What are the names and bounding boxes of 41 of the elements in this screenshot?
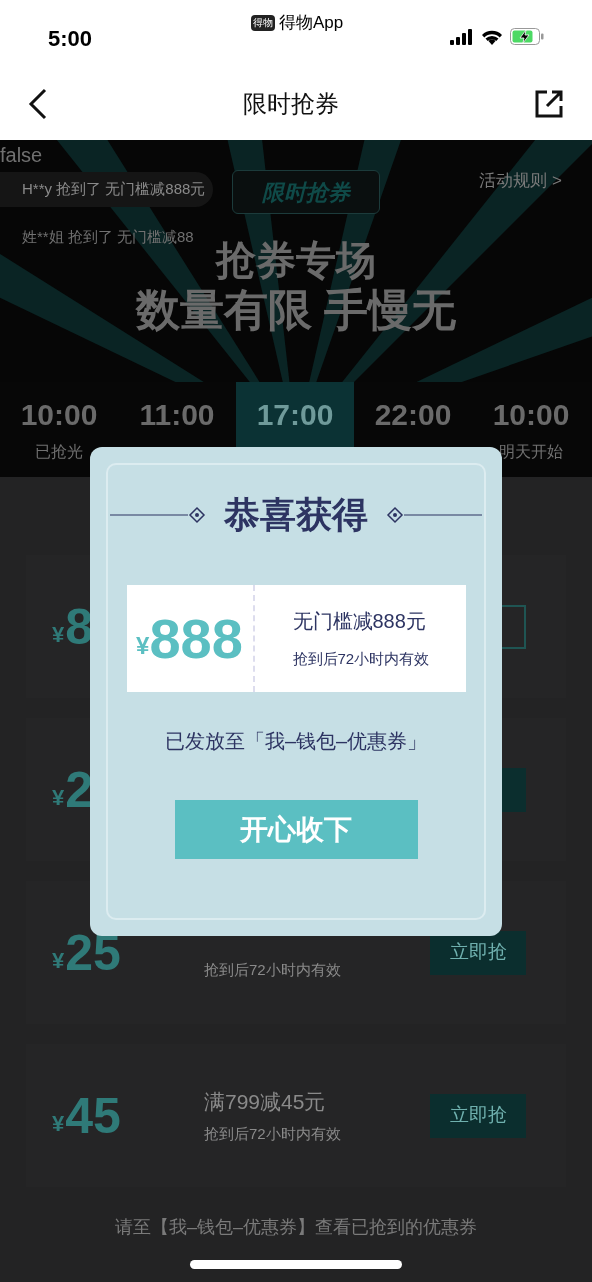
share-icon[interactable]: [534, 89, 564, 119]
currency-symbol: ¥: [136, 631, 150, 661]
banner-logo: 限时抢券: [232, 170, 380, 214]
diamond-icon: [386, 506, 404, 524]
currency-symbol: ¥: [52, 947, 65, 975]
grab-button[interactable]: 立即抢: [430, 930, 526, 975]
app-badge: 得物: [251, 14, 275, 31]
coupon-amount: 8: [65, 601, 94, 652]
dialog-message: 已发放至「我–钱包–优惠券」: [164, 729, 428, 754]
banner-subheadline: 数量有限 手慢无: [134, 288, 458, 332]
time-tab[interactable]: 10:00 已抢光: [0, 382, 118, 477]
currency-symbol: ¥: [52, 1110, 65, 1138]
coupon-amount: 2: [65, 764, 94, 815]
barrage-message: H**y 抢到了 无门槛减888元: [0, 172, 214, 207]
footer-note: 请至【我–钱包–优惠券】查看已抢到的优惠券: [114, 1216, 478, 1239]
banner-headline: 抢券专场: [214, 240, 377, 280]
ticket-title: 无门槛减888元: [292, 609, 427, 635]
barrage-message: 姓**姐 抢到了 无门槛减88: [21, 227, 195, 247]
accept-button[interactable]: 开心收下: [174, 800, 418, 859]
status-time: 5:00: [48, 25, 93, 53]
dialog-title: 恭喜获得: [224, 497, 368, 533]
coupon-amount: 45: [65, 1090, 121, 1141]
rules-link[interactable]: 活动规则 >: [479, 168, 562, 194]
coupon-title: 满799减45元: [204, 1088, 327, 1115]
debug-text: false: [0, 143, 43, 168]
diamond-icon: [188, 506, 206, 524]
ticket-validity: 抢到后72小时内有效: [292, 649, 431, 670]
grab-button[interactable]: 立即抢: [430, 1093, 526, 1138]
coupon-validity: 抢到后72小时内有效: [204, 1124, 342, 1144]
battery-icon: [510, 28, 544, 45]
wifi-icon: [481, 28, 503, 45]
ticket-amount: 888: [149, 610, 243, 667]
time-tab[interactable]: 10:00 明天开始: [472, 382, 590, 477]
currency-symbol: ¥: [52, 621, 65, 649]
back-icon[interactable]: [28, 88, 48, 120]
page-title: 限时抢券: [243, 89, 339, 119]
currency-symbol: ¥: [52, 784, 65, 812]
signal-icon: [450, 28, 474, 45]
coupon-amount: 25: [65, 927, 121, 978]
coupon-validity: 抢到后72小时内有效: [204, 959, 342, 980]
app-name: 得物App: [279, 12, 344, 34]
